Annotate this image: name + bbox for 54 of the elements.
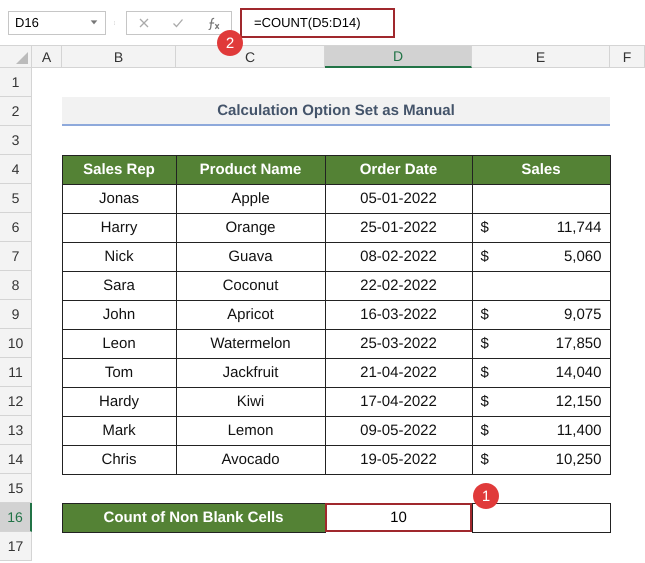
row-header[interactable]: 17 <box>0 532 32 561</box>
currency-symbol: $ <box>480 248 489 265</box>
currency-symbol: $ <box>480 219 489 236</box>
row-header[interactable]: 1 <box>0 68 32 97</box>
column-header[interactable]: B <box>62 46 176 68</box>
row-header[interactable]: 14 <box>0 445 32 474</box>
row-header[interactable]: 8 <box>0 271 32 300</box>
sales-amount: 17,850 <box>556 335 602 352</box>
sales-amount: 12,150 <box>556 393 602 410</box>
row-header[interactable]: 13 <box>0 416 32 445</box>
row-header[interactable]: 2 <box>0 97 32 126</box>
row-header[interactable]: 4 <box>0 155 32 184</box>
table-header: Order Date <box>324 154 472 184</box>
column-header[interactable]: D <box>325 46 472 68</box>
row-header[interactable]: 6 <box>0 213 32 242</box>
select-all-icon[interactable] <box>16 52 28 64</box>
check-icon[interactable] <box>172 16 184 28</box>
summary-value[interactable]: 10 <box>325 503 472 532</box>
sales-amount: 10,250 <box>556 451 602 468</box>
sheet-title: Calculation Option Set as Manual <box>62 97 610 126</box>
dropdown-caret-icon <box>89 18 99 26</box>
currency-symbol: $ <box>480 393 489 410</box>
row-header[interactable]: 5 <box>0 184 32 213</box>
currency-symbol: $ <box>480 364 489 381</box>
table-header: Sales <box>472 154 610 184</box>
currency-symbol: $ <box>480 451 489 468</box>
formula-field[interactable]: =COUNT(D5:D14) <box>240 8 395 38</box>
row-header[interactable]: 9 <box>0 300 32 329</box>
currency-symbol: $ <box>480 422 489 439</box>
table-header: Sales Rep <box>62 154 176 184</box>
sales-amount: 11,400 <box>556 422 602 439</box>
table-cell: Chris <box>62 444 176 474</box>
row-header[interactable]: 12 <box>0 387 32 416</box>
table-header: Product Name <box>176 154 326 184</box>
currency-symbol: $ <box>480 335 489 352</box>
sales-amount: 5,060 <box>564 248 602 265</box>
currency-symbol: $ <box>480 306 489 323</box>
sales-amount: 11,744 <box>556 219 602 236</box>
row-header[interactable]: 7 <box>0 242 32 271</box>
name-box[interactable]: D16 <box>8 10 106 34</box>
callout-badge: 1 <box>473 483 499 509</box>
column-header[interactable]: F <box>610 46 645 68</box>
column-header[interactable]: A <box>32 46 62 68</box>
summary-label: Count of Non Blank Cells <box>62 502 326 532</box>
row-header[interactable]: 10 <box>0 329 32 358</box>
column-header[interactable]: E <box>472 46 610 68</box>
function-icon[interactable] <box>206 16 220 30</box>
row-header[interactable]: 11 <box>0 358 32 387</box>
row-header[interactable]: 15 <box>0 474 32 503</box>
sales-amount: 9,075 <box>564 306 602 323</box>
row-header[interactable]: 3 <box>0 126 32 155</box>
row-header[interactable]: 16 <box>0 503 32 532</box>
sales-amount: 14,040 <box>556 364 602 381</box>
close-icon[interactable] <box>138 16 150 28</box>
